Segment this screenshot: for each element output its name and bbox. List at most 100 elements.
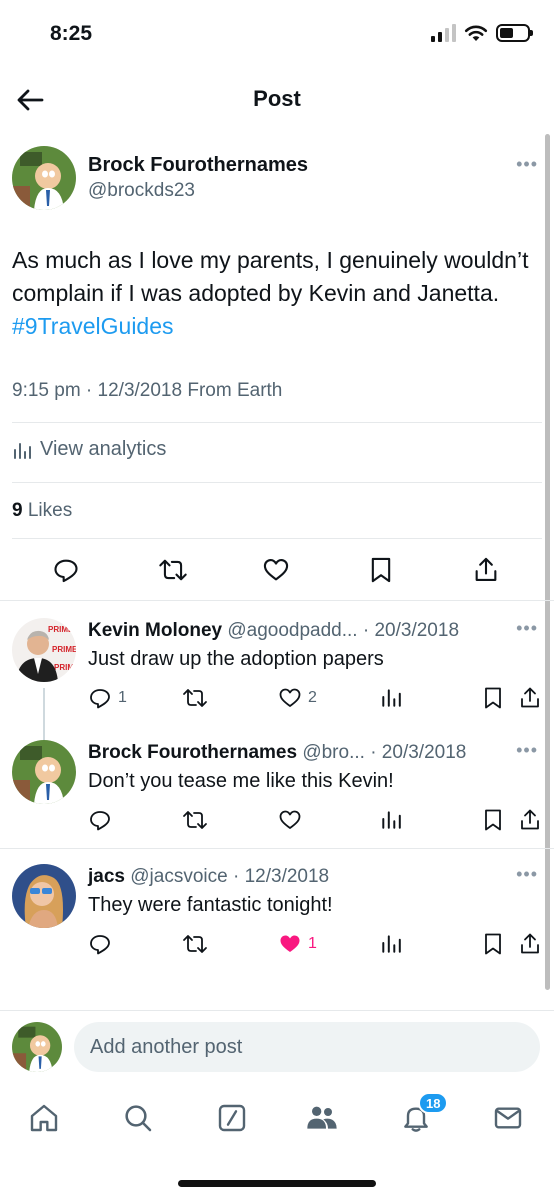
avatar <box>12 1022 62 1072</box>
divider <box>12 538 542 539</box>
repost-icon <box>183 935 207 953</box>
reply-text: Just draw up the adoption papers <box>88 648 384 670</box>
reply-button[interactable] <box>52 556 80 584</box>
reply-button[interactable] <box>88 932 118 956</box>
battery-icon <box>496 24 533 42</box>
tab-grok[interactable] <box>212 1098 252 1138</box>
like-count: 1 <box>308 935 317 952</box>
avatar[interactable] <box>12 864 76 928</box>
post-timestamp: 9:15 pm · 12/3/2018 From Earth <box>12 380 283 401</box>
like-button[interactable] <box>278 808 308 832</box>
reply-header: jacs @jacsvoice · 12/3/2018 <box>88 866 329 888</box>
bookmark-icon <box>485 809 501 831</box>
notifications-badge: 18 <box>418 1092 449 1114</box>
reply-action-bar <box>88 808 542 834</box>
tab-communities[interactable] <box>302 1098 342 1138</box>
like-button[interactable]: 2 <box>278 686 317 710</box>
bookmark-button[interactable] <box>368 556 394 584</box>
analytics-icon <box>382 689 401 707</box>
repost-button[interactable] <box>182 686 208 710</box>
likes-summary[interactable]: 9 Likes <box>12 500 72 522</box>
scrollbar[interactable] <box>545 134 550 990</box>
repost-icon <box>159 559 187 581</box>
avatar[interactable] <box>12 740 76 804</box>
view-analytics-button[interactable] <box>380 808 402 830</box>
divider <box>0 1010 554 1011</box>
reply-date: · 20/3/2018 <box>357 620 460 641</box>
home-indicator <box>178 1180 376 1187</box>
cellular-signal-icon <box>431 24 456 42</box>
more-options-icon[interactable]: ••• <box>516 154 538 175</box>
likes-label: Likes <box>22 500 73 521</box>
divider <box>0 848 554 849</box>
view-analytics-button[interactable] <box>380 686 402 708</box>
like-button[interactable] <box>262 556 290 584</box>
reply-icon <box>54 559 78 583</box>
share-button[interactable] <box>518 686 542 710</box>
divider <box>0 600 554 601</box>
hashtag-link[interactable]: #9TravelGuides <box>12 313 174 339</box>
avatar[interactable] <box>12 146 76 210</box>
heart-icon <box>279 810 301 829</box>
divider <box>12 422 542 423</box>
likes-count: 9 <box>12 500 23 521</box>
reply-icon <box>90 811 110 831</box>
communities-icon <box>307 1106 337 1129</box>
analytics-icon <box>14 442 31 459</box>
page-title: Post <box>253 86 301 111</box>
svg-text:PRIME: PRIME <box>48 625 74 634</box>
post-text: As much as I love my parents, I genuinel… <box>12 244 532 343</box>
more-options-icon[interactable]: ••• <box>516 864 538 885</box>
share-button[interactable] <box>472 556 500 584</box>
share-icon <box>475 557 497 581</box>
reply-icon <box>90 935 110 955</box>
tab-search[interactable] <box>118 1098 158 1138</box>
more-options-icon[interactable]: ••• <box>516 740 538 761</box>
bookmark-icon <box>371 557 391 583</box>
reply-action-bar: 1 2 <box>88 686 542 712</box>
author-name[interactable]: Brock Fourothernames <box>88 154 308 177</box>
reply-composer <box>0 1020 554 1076</box>
view-analytics-button[interactable]: View analytics <box>12 438 166 461</box>
bookmark-button[interactable] <box>482 686 504 710</box>
repost-button[interactable] <box>182 932 208 956</box>
post-body: As much as I love my parents, I genuinel… <box>12 247 529 306</box>
top-header: Post <box>0 70 554 130</box>
author-handle[interactable]: @brockds23 <box>88 180 195 202</box>
status-icons <box>431 24 533 42</box>
reply-button[interactable] <box>88 808 118 832</box>
reply-count: 1 <box>118 689 127 706</box>
repost-icon <box>183 811 207 829</box>
home-icon <box>30 1104 58 1132</box>
like-button[interactable]: 1 <box>278 932 317 956</box>
bookmark-button[interactable] <box>482 808 504 832</box>
share-icon <box>521 809 539 830</box>
reply-author-handle[interactable]: @bro... <box>302 742 365 763</box>
share-button[interactable] <box>518 808 542 832</box>
view-analytics-button[interactable] <box>380 932 402 954</box>
more-options-icon[interactable]: ••• <box>516 618 538 639</box>
reply-author-handle[interactable]: @jacsvoice <box>130 866 227 887</box>
bookmark-icon <box>485 933 501 955</box>
avatar[interactable]: PRIME PRIME PRIME <box>12 618 76 682</box>
repost-button[interactable] <box>158 556 188 584</box>
analytics-label: View analytics <box>40 438 167 460</box>
add-post-input[interactable] <box>74 1022 540 1072</box>
bookmark-button[interactable] <box>482 932 504 956</box>
repost-button[interactable] <box>182 808 208 832</box>
reply-button[interactable]: 1 <box>88 686 127 710</box>
reply-text: Don’t you tease me like this Kevin! <box>88 770 394 792</box>
share-icon <box>521 933 539 954</box>
reply-author-name[interactable]: Brock Fourothernames <box>88 742 297 763</box>
analytics-icon <box>382 935 401 953</box>
share-button[interactable] <box>518 932 542 956</box>
reply-author-handle[interactable]: @agoodpadd... <box>227 620 357 641</box>
tab-messages[interactable] <box>488 1098 528 1138</box>
heart-icon <box>263 559 289 581</box>
tab-home[interactable] <box>24 1098 64 1138</box>
reply-author-name[interactable]: jacs <box>88 866 125 887</box>
reply-author-name[interactable]: Kevin Moloney <box>88 620 222 641</box>
bottom-tab-bar: 18 <box>0 1088 554 1148</box>
heart-icon <box>279 688 301 707</box>
search-icon <box>125 1105 152 1132</box>
